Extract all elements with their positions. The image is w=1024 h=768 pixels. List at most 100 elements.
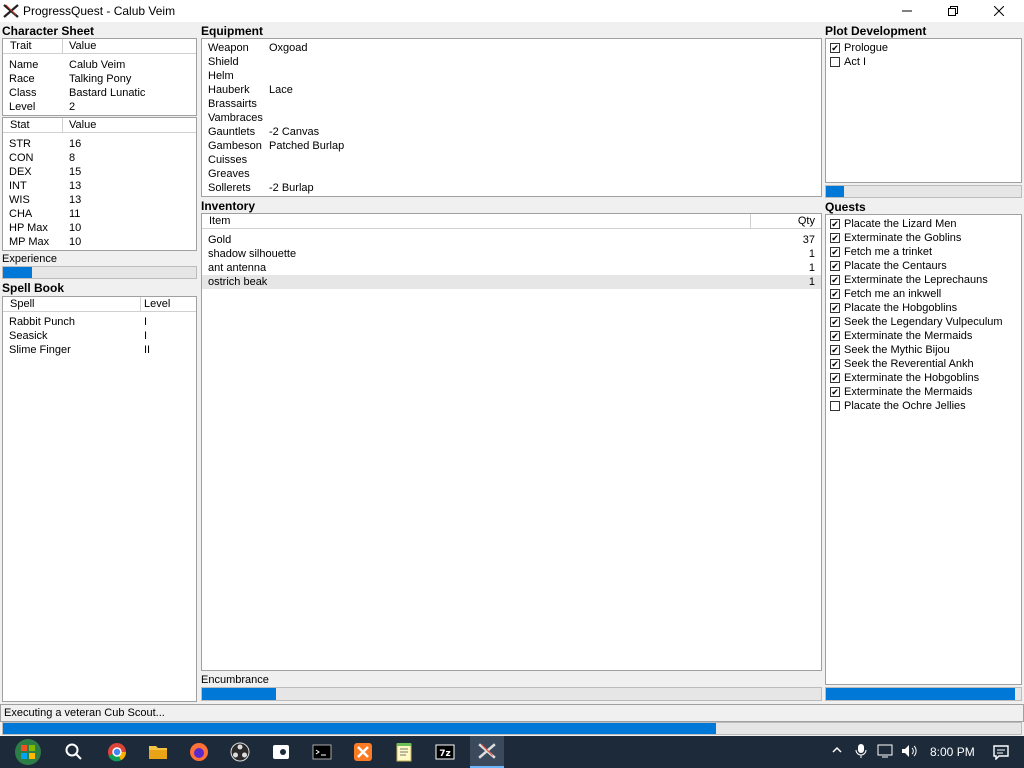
close-button[interactable] (976, 0, 1022, 22)
maximize-button[interactable] (930, 0, 976, 22)
minimize-button[interactable] (884, 0, 930, 22)
inventory-row[interactable]: Gold 37 (202, 233, 821, 247)
network-button[interactable] (877, 743, 895, 762)
inventory-row[interactable]: ostrich beak 1 (202, 275, 821, 289)
equipment-row[interactable]: Weapon Oxgoad (202, 41, 821, 55)
equipment-list[interactable]: Weapon Oxgoad Shield Helm Hauberk Lace Brassai… (201, 38, 822, 197)
equipment-row[interactable]: Gambeson Patched Burlap (202, 139, 821, 153)
stat-row[interactable]: DEX 15 (3, 165, 196, 179)
trait-row[interactable]: Class Bastard Lunatic (3, 86, 196, 100)
checkbox-icon[interactable]: ✔ (830, 219, 840, 229)
microphone-button[interactable] (855, 743, 867, 762)
chrome-button[interactable] (105, 740, 129, 764)
equipment-row[interactable]: Hauberk Lace (202, 83, 821, 97)
quest-item[interactable]: ✔ Exterminate the Mermaids (826, 385, 1021, 399)
equipment-row[interactable]: Cuisses (202, 153, 821, 167)
checkbox-icon[interactable]: ✔ (830, 345, 840, 355)
quest-item[interactable]: ✔ Fetch me an inkwell (826, 287, 1021, 301)
photos-button[interactable] (269, 740, 293, 764)
progressquest-taskbar-button[interactable] (470, 736, 504, 768)
stat-row[interactable]: MP Max 10 (3, 235, 196, 249)
quest-item[interactable]: ✔ Seek the Reverential Ankh (826, 357, 1021, 371)
equipment-row[interactable]: Helm (202, 69, 821, 83)
spell-row[interactable]: Rabbit Punch I (3, 315, 196, 329)
equipment-row[interactable]: Vambraces (202, 111, 821, 125)
stat-row[interactable]: WIS 13 (3, 193, 196, 207)
qty-column-header[interactable]: Qty (798, 215, 815, 227)
checkbox-icon[interactable] (830, 401, 840, 411)
stat-row[interactable]: CON 8 (3, 151, 196, 165)
notepad-button[interactable] (392, 740, 416, 764)
equipment-row[interactable]: Shield (202, 55, 821, 69)
clock[interactable]: 8:00 PM (930, 745, 975, 759)
equipment-row[interactable]: Greaves (202, 167, 821, 181)
show-hidden-icons-button[interactable] (831, 744, 843, 759)
spell-list[interactable]: Spell Level Rabbit Punch I Seasick I Slime F… (2, 296, 197, 702)
plot-list[interactable]: ✔ Prologue Act I (825, 38, 1022, 183)
stats-list[interactable]: Stat Value STR 16 CON 8 DEX 15 INT 13 WIS 13 CHA 11… (2, 117, 197, 251)
stat-value-column-header[interactable]: Value (69, 119, 96, 131)
checkbox-icon[interactable] (830, 57, 840, 67)
trait-column-header[interactable]: Trait (10, 40, 32, 52)
firefox-icon (190, 743, 208, 761)
file-explorer-button[interactable] (146, 740, 170, 764)
equipment-row[interactable]: Sollerets -2 Burlap (202, 181, 821, 195)
quest-item[interactable]: ✔ Exterminate the Hobgoblins (826, 371, 1021, 385)
start-button[interactable] (10, 736, 46, 768)
quest-list[interactable]: ✔ Placate the Lizard Men ✔ Exterminate the … (825, 214, 1022, 685)
quest-item[interactable]: ✔ Fetch me a trinket (826, 245, 1021, 259)
checkbox-icon[interactable]: ✔ (830, 43, 840, 53)
inventory-list[interactable]: Item Qty Gold 37 shadow silhouette 1 ant ant… (201, 213, 822, 671)
stat-row[interactable]: HP Max 10 (3, 221, 196, 235)
plot-act[interactable]: Act I (826, 55, 1021, 69)
checkbox-icon[interactable]: ✔ (830, 373, 840, 383)
quest-item[interactable]: ✔ Placate the Centaurs (826, 259, 1021, 273)
stat-row[interactable]: INT 13 (3, 179, 196, 193)
level-column-header[interactable]: Level (144, 298, 170, 310)
spell-row[interactable]: Seasick I (3, 329, 196, 343)
traits-list[interactable]: Trait Value Name Calub Veim Race Talking Po… (2, 38, 197, 116)
firefox-button[interactable] (187, 740, 211, 764)
equipment-row[interactable]: Brassairts (202, 97, 821, 111)
checkbox-icon[interactable]: ✔ (830, 331, 840, 341)
checkbox-icon[interactable]: ✔ (830, 359, 840, 369)
stat-row[interactable]: CHA 11 (3, 207, 196, 221)
checkbox-icon[interactable]: ✔ (830, 317, 840, 327)
checkbox-icon[interactable]: ✔ (830, 289, 840, 299)
checkbox-icon[interactable]: ✔ (830, 275, 840, 285)
stat-row-value: 10 (69, 222, 82, 234)
checkbox-icon[interactable]: ✔ (830, 247, 840, 257)
equipment-row[interactable]: Gauntlets -2 Canvas (202, 125, 821, 139)
terminal-button[interactable] (310, 740, 334, 764)
quest-item[interactable]: ✔ Seek the Legendary Vulpeculum (826, 315, 1021, 329)
volume-button[interactable] (901, 743, 919, 762)
stat-column-header[interactable]: Stat (10, 119, 30, 131)
xampp-button[interactable] (351, 740, 375, 764)
notifications-button[interactable] (993, 744, 1009, 763)
quest-item[interactable]: ✔ Placate the Hobgoblins (826, 301, 1021, 315)
7zip-button[interactable]: 7z (433, 740, 457, 764)
quest-item[interactable]: ✔ Placate the Lizard Men (826, 217, 1021, 231)
trait-row[interactable]: Name Calub Veim (3, 58, 196, 72)
obs-button[interactable] (228, 740, 252, 764)
checkbox-icon[interactable]: ✔ (830, 261, 840, 271)
inventory-row[interactable]: shadow silhouette 1 (202, 247, 821, 261)
quest-item[interactable]: ✔ Exterminate the Leprechauns (826, 273, 1021, 287)
inventory-row[interactable]: ant antenna 1 (202, 261, 821, 275)
checkbox-icon[interactable]: ✔ (830, 387, 840, 397)
stat-row[interactable]: STR 16 (3, 137, 196, 151)
quest-item[interactable]: ✔ Exterminate the Mermaids (826, 329, 1021, 343)
trait-row[interactable]: Level 2 (3, 100, 196, 114)
checkbox-icon[interactable]: ✔ (830, 233, 840, 243)
search-button[interactable] (62, 740, 86, 764)
checkbox-icon[interactable]: ✔ (830, 303, 840, 313)
spell-column-header[interactable]: Spell (10, 298, 34, 310)
quest-item[interactable]: Placate the Ochre Jellies (826, 399, 1021, 413)
trait-row[interactable]: Race Talking Pony (3, 72, 196, 86)
quest-item[interactable]: ✔ Seek the Mythic Bijou (826, 343, 1021, 357)
quest-item[interactable]: ✔ Exterminate the Goblins (826, 231, 1021, 245)
value-column-header[interactable]: Value (69, 40, 96, 52)
item-column-header[interactable]: Item (209, 215, 230, 227)
spell-row[interactable]: Slime Finger II (3, 343, 196, 357)
plot-act[interactable]: ✔ Prologue (826, 41, 1021, 55)
